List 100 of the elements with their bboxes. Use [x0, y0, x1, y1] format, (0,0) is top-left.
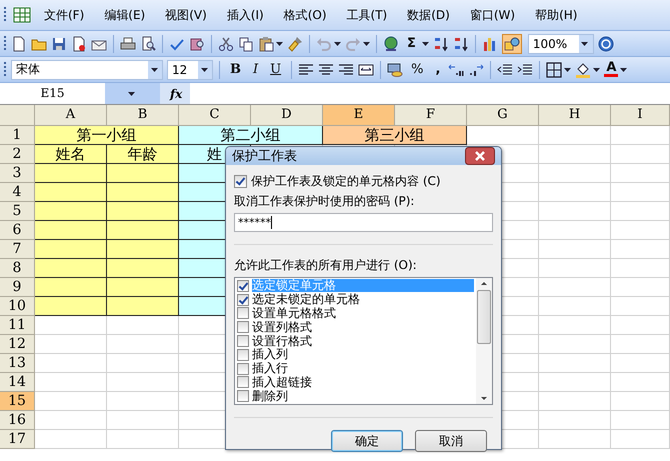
list-item[interactable]: 插入超链接 [252, 376, 474, 389]
book-icon[interactable] [189, 36, 205, 52]
toolbar-grip[interactable] [4, 34, 7, 52]
copy-icon[interactable] [238, 36, 254, 52]
checkbox[interactable] [237, 362, 249, 375]
column-header[interactable]: H [539, 105, 611, 126]
caret-icon[interactable] [581, 42, 588, 46]
column-header[interactable]: C [179, 105, 251, 126]
dialog-button[interactable]: 取消 [415, 430, 487, 452]
scissors-icon[interactable] [218, 36, 234, 52]
sort-descending-icon[interactable] [452, 36, 469, 52]
caret-icon[interactable] [150, 68, 158, 72]
column-header[interactable]: I [611, 105, 670, 126]
row-header[interactable]: 8 [0, 259, 35, 278]
sort-ascending-icon[interactable] [432, 36, 449, 52]
increase-indent-icon[interactable] [517, 62, 534, 78]
row-header[interactable]: 10 [0, 297, 35, 316]
decrease-decimal-icon[interactable] [468, 62, 484, 78]
underline-button[interactable]: U [266, 62, 286, 77]
row-header[interactable]: 3 [0, 164, 35, 183]
column-header[interactable]: A [35, 105, 107, 126]
caret-icon[interactable] [422, 42, 429, 46]
scrollbar-thumb[interactable] [477, 290, 491, 344]
save-icon[interactable] [51, 36, 67, 52]
row-header[interactable]: 12 [0, 335, 35, 354]
list-item[interactable]: 设置单元格格式 [252, 306, 474, 320]
name-box[interactable]: E15 [0, 83, 160, 104]
list-item[interactable]: 设置行格式 [252, 334, 474, 348]
document-permission-icon[interactable] [71, 36, 87, 52]
spreadsheet-icon[interactable] [13, 6, 31, 24]
caret-icon[interactable] [363, 42, 370, 46]
checkbox[interactable] [237, 390, 249, 402]
bar-chart-icon[interactable] [482, 36, 498, 52]
globe-icon[interactable] [383, 36, 399, 52]
comma-style-button[interactable]: , [431, 62, 444, 77]
checkbox[interactable] [237, 307, 249, 320]
zoom-dropdown[interactable]: 100% [528, 34, 594, 54]
row-header[interactable]: 4 [0, 183, 35, 202]
row-header[interactable]: 2 [0, 145, 35, 164]
print-preview-icon[interactable] [140, 36, 156, 52]
insert-function-button[interactable]: fx [170, 86, 182, 100]
align-center-icon[interactable] [318, 62, 334, 78]
autosum-button[interactable]: Σ [403, 36, 420, 51]
increase-decimal-icon[interactable] [448, 62, 464, 78]
checkbox[interactable] [237, 348, 249, 361]
caret-icon[interactable] [200, 68, 208, 72]
row-header[interactable]: 16 [0, 411, 35, 430]
list-item[interactable]: 插入列 [252, 348, 474, 362]
document-icon[interactable] [11, 36, 27, 52]
borders-icon[interactable] [546, 62, 562, 78]
help-icon[interactable] [598, 36, 614, 52]
row-header[interactable]: 15 [0, 392, 35, 411]
column-header[interactable]: F [395, 105, 467, 126]
decrease-indent-icon[interactable] [497, 62, 514, 78]
menu-item[interactable]: 帮助(H) [528, 6, 584, 24]
italic-button[interactable]: I [249, 62, 262, 77]
caret-icon[interactable] [593, 68, 600, 72]
percent-button[interactable]: % [407, 62, 428, 77]
menu-item[interactable]: 窗口(W) [462, 6, 522, 24]
checkbox[interactable] [237, 376, 249, 388]
caret-icon[interactable] [128, 92, 135, 96]
formula-input[interactable] [190, 83, 670, 104]
checkbox[interactable] [237, 335, 249, 348]
caret-icon[interactable] [276, 42, 283, 46]
dialog-button[interactable]: 确定 [331, 430, 403, 452]
menu-item[interactable]: 编辑(E) [97, 6, 152, 24]
toolbar-grip[interactable] [4, 60, 7, 78]
checkbox[interactable] [237, 280, 249, 292]
list-item[interactable]: 设置列格式 [252, 320, 474, 334]
font-size-dropdown[interactable]: 12 [167, 60, 213, 80]
menu-item[interactable]: 数据(D) [400, 6, 457, 24]
font-dropdown[interactable]: 宋体 [11, 60, 163, 80]
row-header[interactable]: 9 [0, 278, 35, 297]
password-field[interactable]: ****** [234, 213, 493, 232]
menu-item[interactable]: 视图(V) [158, 6, 214, 24]
scrollbar[interactable] [476, 278, 492, 404]
row-header[interactable]: 11 [0, 316, 35, 335]
row-header[interactable]: 6 [0, 221, 35, 240]
font-color-button[interactable]: A [604, 62, 618, 77]
menu-item[interactable]: 工具(T) [340, 6, 394, 24]
merge-cells-icon[interactable] [358, 62, 374, 78]
row-header[interactable]: 13 [0, 354, 35, 373]
menu-item[interactable]: 格式(O) [276, 6, 334, 24]
list-item[interactable]: 删除列 [252, 390, 474, 403]
row-header[interactable]: 7 [0, 240, 35, 259]
list-item[interactable]: 插入行 [252, 362, 474, 376]
column-header[interactable]: E [323, 105, 395, 126]
fill-color-icon[interactable] [575, 62, 592, 78]
bold-button[interactable]: B [226, 62, 245, 77]
align-left-icon[interactable] [298, 62, 314, 78]
close-icon[interactable] [465, 147, 495, 165]
coins-icon[interactable] [387, 62, 404, 78]
menu-item[interactable]: 插入(I) [220, 6, 271, 24]
print-icon[interactable] [120, 36, 136, 52]
checkbox[interactable] [234, 175, 247, 188]
checkbox[interactable] [237, 294, 249, 306]
clipboard-icon[interactable] [258, 36, 274, 52]
column-header[interactable]: G [467, 105, 539, 126]
column-header[interactable]: D [251, 105, 323, 126]
row-header[interactable]: 17 [0, 430, 35, 449]
